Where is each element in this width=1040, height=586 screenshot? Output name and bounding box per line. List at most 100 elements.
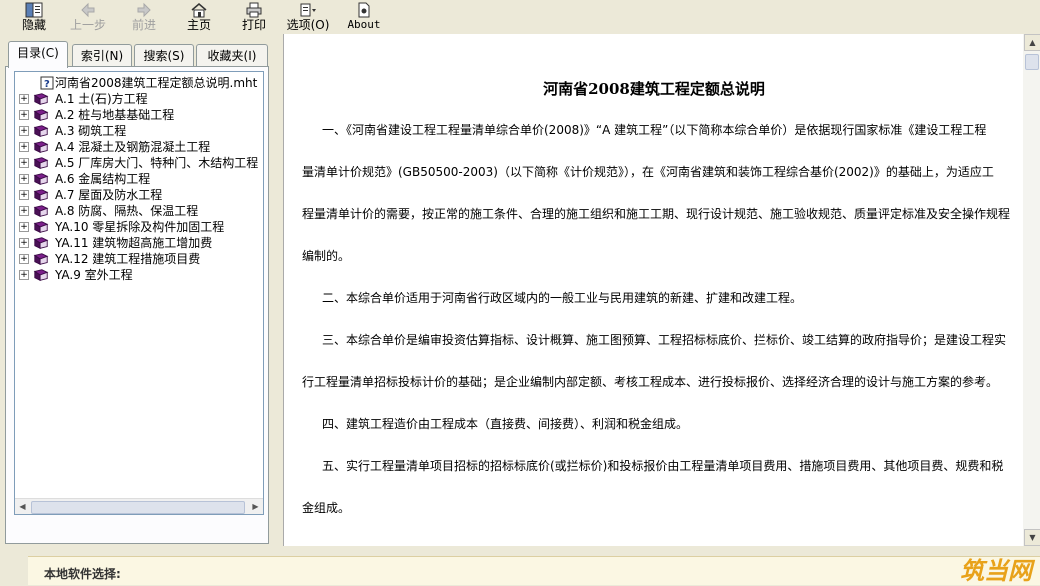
tree-item[interactable]: + YA.11 建筑物超高施工增加费 (15, 235, 263, 251)
tree-item[interactable]: + YA.12 建筑工程措施项目费 (15, 251, 263, 267)
paragraph-line: 三、本综合单价是编审投资估算指标、设计概算、施工图预算、工程招标标底价、拦标价、… (322, 333, 1007, 347)
about-button[interactable]: About (344, 0, 384, 34)
local-software-strip: 本地软件选择: 筑当网 (28, 556, 1040, 585)
tree-item[interactable]: + A.1 土(石)方工程 (15, 91, 263, 107)
home-label: 主页 (186, 18, 211, 32)
options-button[interactable]: 选项(O) (284, 0, 332, 34)
forward-label: 前进 (131, 18, 156, 32)
tree-item[interactable]: + A.8 防腐、隔热、保温工程 (15, 203, 263, 219)
arrow-left-icon (81, 2, 95, 18)
book-icon (33, 237, 49, 250)
tree-item[interactable]: + YA.9 室外工程 (15, 267, 263, 283)
expand-plus-icon[interactable]: + (19, 158, 29, 168)
home-button[interactable]: 主页 (180, 0, 218, 34)
expand-plus-icon[interactable]: + (19, 110, 29, 120)
book-icon (33, 173, 49, 186)
hide-button[interactable]: 隐藏 (16, 0, 52, 34)
expand-plus-icon[interactable]: + (19, 142, 29, 152)
tree-item[interactable]: + A.4 混凝土及钢筋混凝土工程 (15, 139, 263, 155)
site-watermark: 筑当网 (960, 557, 1032, 585)
book-icon (33, 93, 49, 106)
tree-item-label: YA.12 建筑工程措施项目费 (55, 252, 201, 266)
scroll-down-icon[interactable]: ▼ (1024, 529, 1040, 546)
tree-item[interactable]: + A.7 屋面及防水工程 (15, 187, 263, 203)
local-software-label: 本地软件选择: (44, 567, 121, 581)
home-icon (191, 3, 207, 18)
paragraph-line: 二、本综合单价适用于河南省行政区域内的一般工业与民用建筑的新建、扩建和改建工程。 (322, 291, 803, 305)
navigation-pane: 目录(C) 索引(N) 搜索(S) 收藏夹(I) ? 河南省2008建筑工程定额… (2, 38, 270, 544)
scroll-thumb[interactable] (31, 501, 245, 514)
scroll-up-icon[interactable]: ▲ (1024, 34, 1040, 51)
tree-horizontal-scrollbar[interactable]: ◀ ▶ (15, 498, 263, 514)
expand-plus-icon[interactable]: + (19, 126, 29, 136)
tree-item[interactable]: + A.2 桩与地基基础工程 (15, 107, 263, 123)
tab-index[interactable]: 索引(N) (72, 44, 132, 67)
expand-plus-icon[interactable]: + (19, 254, 29, 264)
paragraph-line: 一、《河南省建设工程工程量清单综合单价(2008)》“A 建筑工程”（以下简称本… (322, 123, 987, 137)
tree-item-label: A.5 厂库房大门、特种门、木结构工程 (55, 156, 259, 170)
document-vertical-scrollbar[interactable]: ▲ ▼ (1023, 34, 1040, 546)
help-page-icon: ? (40, 76, 54, 90)
tree-item-label: YA.11 建筑物超高施工增加费 (55, 236, 213, 250)
book-icon (33, 109, 49, 122)
options-label: 选项(O) (286, 18, 330, 32)
tree-item-label: A.6 金属结构工程 (55, 172, 151, 186)
contents-panel: ? 河南省2008建筑工程定额总说明.mht + A.1 土(石)方工程 + A.2 … (5, 66, 269, 544)
document-paragraph: 三、本综合单价是编审投资估算指标、设计概算、施工图预算、工程招标标底价、拦标价、… (302, 319, 1006, 403)
scroll-left-icon[interactable]: ◀ (15, 499, 30, 514)
book-icon (33, 141, 49, 154)
expand-plus-icon[interactable]: + (19, 222, 29, 232)
expand-plus-icon[interactable]: + (19, 174, 29, 184)
document-paragraph: 五、实行工程量清单项目招标的招标标底价(或拦标价)和投标报价由工程量清单项目费用… (302, 445, 1006, 529)
tab-search[interactable]: 搜索(S) (134, 44, 194, 67)
book-icon (33, 205, 49, 218)
arrow-right-icon (137, 2, 151, 18)
document-paragraph: 一、《河南省建设工程工程量清单综合单价(2008)》“A 建筑工程”（以下简称本… (302, 109, 1011, 277)
book-icon (33, 221, 49, 234)
paragraph-line: 编制的。 (302, 249, 351, 263)
tree-item-label: A.4 混凝土及钢筋混凝土工程 (55, 140, 211, 154)
paragraph-line: 程量清单计价的需要，按正常的施工条件、合理的施工组织和施工工期、现行设计规范、施… (302, 207, 1011, 221)
book-icon (33, 253, 49, 266)
scroll-thumb[interactable] (1025, 54, 1039, 70)
scroll-right-icon[interactable]: ▶ (248, 499, 263, 514)
tree-item-label: A.1 土(石)方工程 (55, 92, 148, 106)
tree-item[interactable]: + A.3 砌筑工程 (15, 123, 263, 139)
print-button[interactable]: 打印 (236, 0, 272, 34)
paragraph-line: 金组成。 (302, 501, 351, 515)
printer-icon (246, 2, 262, 18)
paragraph-line: 量清单计价规范》(GB50500-2003)（以下简称《计价规范》），在《河南省… (302, 165, 994, 179)
tree-item[interactable]: + A.6 金属结构工程 (15, 171, 263, 187)
book-icon (33, 157, 49, 170)
paragraph-line: 四、建筑工程造价由工程成本（直接费、间接费）、利润和税金组成。 (322, 417, 689, 431)
contents-tree[interactable]: ? 河南省2008建筑工程定额总说明.mht + A.1 土(石)方工程 + A.2 … (14, 71, 264, 515)
about-label: About (347, 18, 381, 31)
tab-contents[interactable]: 目录(C) (8, 41, 68, 68)
svg-text:?: ? (44, 79, 50, 90)
tab-favorites[interactable]: 收藏夹(I) (196, 44, 268, 67)
tree-item[interactable]: + YA.10 零星拆除及构件加固工程 (15, 219, 263, 235)
book-icon (33, 269, 49, 282)
document-view: 河南省2008建筑工程定额总说明 一、《河南省建设工程工程量清单综合单价(200… (283, 34, 1024, 546)
tree-item-label: A.3 砌筑工程 (55, 124, 127, 138)
tree-item-label: YA.10 零星拆除及构件加固工程 (55, 220, 225, 234)
expand-plus-icon[interactable]: + (19, 270, 29, 280)
document-paragraph: 二、本综合单价适用于河南省行政区域内的一般工业与民用建筑的新建、扩建和改建工程。 (302, 277, 1006, 319)
tree-item-label: A.2 桩与地基基础工程 (55, 108, 175, 122)
hide-pane-icon (25, 2, 43, 18)
expand-plus-icon[interactable]: + (19, 238, 29, 248)
tree-item[interactable]: + A.5 厂库房大门、特种门、木结构工程 (15, 155, 263, 171)
forward-button[interactable]: 前进 (124, 0, 164, 34)
paragraph-line: 行工程量清单招标投标计价的基础；是企业编制内部定额、考核工程成本、进行投标报价、… (302, 375, 999, 389)
document-title: 河南省2008建筑工程定额总说明 (543, 80, 765, 98)
back-button[interactable]: 上一步 (66, 0, 110, 34)
book-icon (33, 125, 49, 138)
expand-plus-icon[interactable]: + (19, 206, 29, 216)
print-label: 打印 (241, 18, 266, 32)
tree-item-overview[interactable]: ? 河南省2008建筑工程定额总说明.mht (15, 75, 263, 91)
expand-plus-icon[interactable]: + (19, 94, 29, 104)
bottom-bar: 本地软件选择: 筑当网 (0, 546, 1040, 585)
paragraph-line: 五、实行工程量清单项目招标的招标标底价(或拦标价)和投标报价由工程量清单项目费用… (322, 459, 1004, 473)
expand-plus-icon[interactable]: + (19, 190, 29, 200)
pane-splitter[interactable] (271, 34, 283, 546)
